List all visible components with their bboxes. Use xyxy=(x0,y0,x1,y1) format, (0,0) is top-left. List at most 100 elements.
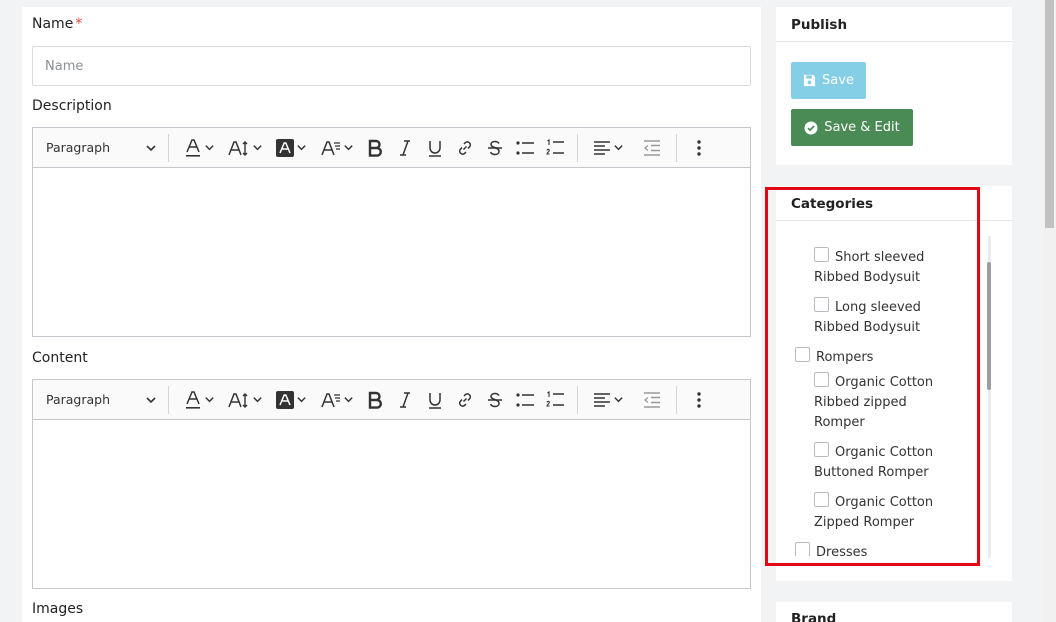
align-icon xyxy=(593,392,610,407)
strikethrough-button[interactable] xyxy=(480,133,510,163)
category-checkbox[interactable] xyxy=(795,542,810,556)
font-family-button[interactable] xyxy=(314,385,360,415)
italic-icon xyxy=(400,391,410,408)
category-checkbox[interactable] xyxy=(814,492,829,507)
category-label: Ribbed Bodysuit xyxy=(814,270,921,285)
category-checkbox[interactable] xyxy=(814,297,829,312)
numbered-list-icon xyxy=(546,390,564,407)
highlight-button[interactable] xyxy=(268,133,314,163)
categories-scrollbar-thumb[interactable] xyxy=(987,262,991,390)
paragraph-select[interactable]: Paragraph xyxy=(33,133,161,163)
publish-card: Publish Save Save & Edit xyxy=(776,7,1012,165)
more-vertical-icon xyxy=(697,391,701,408)
italic-button[interactable] xyxy=(390,133,420,163)
align-icon xyxy=(593,140,610,155)
font-size-button[interactable] xyxy=(222,385,268,415)
underline-button[interactable] xyxy=(420,133,450,163)
align-button[interactable] xyxy=(585,385,631,415)
font-family-button[interactable] xyxy=(314,133,360,163)
font-color-button[interactable] xyxy=(176,385,222,415)
chevron-down-icon xyxy=(252,397,262,403)
bulleted-list-button[interactable] xyxy=(510,385,540,415)
highlight-button[interactable] xyxy=(268,385,314,415)
category-label: Romper xyxy=(814,415,865,430)
category-label: Short sleeved xyxy=(835,250,925,265)
link-icon xyxy=(458,140,472,155)
italic-button[interactable] xyxy=(390,385,420,415)
category-label: Rompers xyxy=(816,350,874,365)
chevron-down-icon xyxy=(296,397,306,403)
font-color-icon xyxy=(185,390,200,409)
category-checkbox[interactable] xyxy=(814,442,829,457)
content-editor-area[interactable] xyxy=(33,420,750,588)
description-editor: Paragraph xyxy=(32,127,751,337)
main-form-card: Name* Description Paragraph xyxy=(22,7,761,622)
highlight-icon xyxy=(275,138,294,157)
outdent-icon xyxy=(643,139,660,156)
numbered-list-button[interactable] xyxy=(540,133,570,163)
more-options-button[interactable] xyxy=(684,385,714,415)
category-item[interactable]: Organic Cotton Zipped Romper xyxy=(814,492,933,533)
bulleted-list-icon xyxy=(516,140,534,155)
category-item[interactable]: Dresses xyxy=(795,542,867,556)
description-label: Description xyxy=(32,98,112,114)
outdent-icon xyxy=(643,391,660,408)
chevron-down-icon xyxy=(343,397,353,403)
more-options-button[interactable] xyxy=(684,133,714,163)
category-checkbox[interactable] xyxy=(814,247,829,262)
category-label: Organic Cotton xyxy=(835,445,934,460)
description-editor-area[interactable] xyxy=(33,168,750,336)
chevron-down-icon xyxy=(252,145,262,151)
bold-button[interactable] xyxy=(360,385,390,415)
numbered-list-button[interactable] xyxy=(540,385,570,415)
link-icon xyxy=(458,392,472,407)
font-size-button[interactable] xyxy=(222,133,268,163)
strikethrough-button[interactable] xyxy=(480,385,510,415)
paragraph-select[interactable]: Paragraph xyxy=(33,385,161,415)
font-color-icon xyxy=(185,138,200,157)
categories-card: Categories Short sleeved Ribbed Bodysuit… xyxy=(776,186,1012,581)
chevron-down-icon xyxy=(204,145,214,151)
check-circle-icon xyxy=(804,121,818,134)
category-item[interactable]: Long sleeved Ribbed Bodysuit xyxy=(814,297,921,338)
categories-list[interactable]: Short sleeved Ribbed Bodysuit Long sleev… xyxy=(776,236,996,556)
category-label: Long sleeved xyxy=(835,300,921,315)
save-button[interactable]: Save xyxy=(791,62,866,99)
chevron-down-icon xyxy=(613,145,623,151)
save-edit-button-label: Save & Edit xyxy=(824,120,900,135)
category-item[interactable]: Short sleeved Ribbed Bodysuit xyxy=(814,247,924,288)
chevron-down-icon xyxy=(343,145,353,151)
underline-icon xyxy=(429,392,441,409)
chevron-down-icon xyxy=(146,144,156,151)
font-color-button[interactable] xyxy=(176,133,222,163)
underline-button[interactable] xyxy=(420,385,450,415)
font-size-icon xyxy=(227,140,247,156)
name-label-text: Name xyxy=(32,16,74,32)
outdent-button[interactable] xyxy=(637,385,667,415)
category-item[interactable]: Rompers xyxy=(795,347,873,368)
toolbar-separator xyxy=(168,385,169,414)
page-scrollbar-thumb[interactable] xyxy=(1045,0,1054,228)
toolbar-separator xyxy=(577,385,578,414)
save-edit-button[interactable]: Save & Edit xyxy=(791,109,913,146)
bulleted-list-icon xyxy=(516,392,534,407)
outdent-button[interactable] xyxy=(637,133,667,163)
save-button-label: Save xyxy=(822,73,854,88)
bulleted-list-button[interactable] xyxy=(510,133,540,163)
images-label: Images xyxy=(32,601,84,617)
category-checkbox[interactable] xyxy=(814,372,829,387)
link-button[interactable] xyxy=(450,133,480,163)
paragraph-select-label: Paragraph xyxy=(46,392,111,407)
category-item[interactable]: Organic Cotton Buttoned Romper xyxy=(814,442,933,483)
align-button[interactable] xyxy=(585,133,631,163)
category-item[interactable]: Organic Cotton Ribbed zipped Romper xyxy=(814,372,933,433)
bold-button[interactable] xyxy=(360,133,390,163)
font-family-icon xyxy=(320,140,340,155)
underline-icon xyxy=(429,140,441,157)
strikethrough-icon xyxy=(488,140,502,155)
link-button[interactable] xyxy=(450,385,480,415)
name-input[interactable] xyxy=(32,46,751,86)
more-vertical-icon xyxy=(697,139,701,156)
category-checkbox[interactable] xyxy=(795,347,810,362)
toolbar-separator xyxy=(676,385,677,414)
